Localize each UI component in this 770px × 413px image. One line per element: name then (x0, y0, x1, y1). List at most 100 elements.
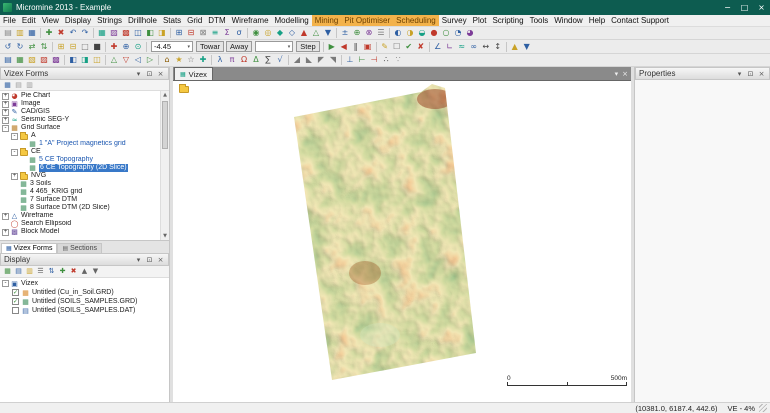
expand-icon[interactable]: + (11, 172, 18, 180)
toolbar-icon[interactable]: ● (428, 27, 440, 39)
toolbar-icon[interactable]: ☐ (391, 41, 403, 53)
toolbar-icon[interactable]: ▲ (79, 266, 90, 277)
toolbar-icon[interactable]: ⇄ (26, 41, 38, 53)
menu-item-modelling[interactable]: Modelling (272, 15, 312, 26)
menu-item-stats[interactable]: Stats (160, 15, 184, 26)
menu-item-help[interactable]: Help (586, 15, 608, 26)
toolbar-icon[interactable]: ⊞ (173, 27, 185, 39)
toolbar-icon[interactable]: ☰ (375, 27, 387, 39)
toolbar-icon[interactable]: ☰ (35, 266, 46, 277)
vizex-forms-header[interactable]: Vizex Forms ▾ ⊡ × (0, 67, 169, 80)
toolbar-icon[interactable]: ◣ (303, 54, 315, 66)
toolbar-icon[interactable]: ◒ (416, 27, 428, 39)
toolbar-icon[interactable]: ▥ (24, 266, 35, 277)
checkbox-unchecked[interactable] (12, 307, 19, 314)
toolbar-icon[interactable]: ◀ (338, 41, 350, 53)
toolbar-icon[interactable]: ◁ (132, 54, 144, 66)
toolbar-icon[interactable]: ✚ (43, 27, 55, 39)
title-bar[interactable]: Micromine 2013 - Example − □ × (0, 0, 770, 15)
menu-item-view[interactable]: View (39, 15, 62, 26)
toolbar-icon[interactable]: △ (108, 54, 120, 66)
tree-item-wireframe[interactable]: + △ Wireframe (0, 212, 160, 220)
toolbar-icon[interactable]: Σ (221, 27, 233, 39)
panel-menu-icon[interactable]: ▾ (735, 70, 744, 78)
pin-icon[interactable]: ⊡ (145, 256, 154, 264)
collapse-icon[interactable]: - (11, 132, 18, 140)
expand-icon[interactable]: + (2, 108, 9, 116)
menu-item-window[interactable]: Window (551, 15, 585, 26)
expand-icon[interactable]: + (2, 228, 9, 236)
toolbar-icon[interactable]: △ (310, 27, 322, 39)
toolbar-icon[interactable]: ☆ (185, 54, 197, 66)
undo-icon[interactable]: ↶ (67, 27, 79, 39)
display-header[interactable]: Display ▾ ⊡ × (0, 253, 169, 266)
properties-header[interactable]: Properties ▾ ⊡ × (635, 67, 770, 80)
toolbar-icon[interactable]: ⊠ (197, 27, 209, 39)
map-canvas[interactable]: 0 500m (173, 81, 631, 402)
tree-item-nvg[interactable]: + NVG (0, 171, 160, 180)
collapse-icon[interactable]: - (2, 124, 9, 132)
toolbar-icon[interactable]: ⊕ (120, 41, 132, 53)
toolbar-icon[interactable]: ▦ (14, 54, 26, 66)
close-icon[interactable]: × (757, 70, 766, 78)
toolbar-icon[interactable]: ∵ (392, 54, 404, 66)
tree-item-pie-chart[interactable]: + ◕ Pie Chart (0, 92, 160, 100)
collapse-icon[interactable]: - (11, 148, 18, 156)
tree-scrollbar[interactable]: ▲ ▼ (160, 91, 169, 240)
close-view-icon[interactable]: × (622, 70, 628, 78)
toolbar-icon[interactable]: ▨ (108, 27, 120, 39)
menu-item-scripting[interactable]: Scripting (489, 15, 526, 26)
menu-item-contact-support[interactable]: Contact Support (608, 15, 672, 26)
expand-icon[interactable]: + (2, 92, 9, 100)
toolbar-icon[interactable]: λ (214, 54, 226, 66)
tree-item-7-surface-dtm[interactable]: ▦ 7 Surface DTM (0, 196, 160, 204)
display-item-untitled-soils-samples-grd[interactable]: ✓ ▦ Untitled (SOILS_SAMPLES.GRD) (0, 297, 169, 306)
toolbar-icon[interactable]: ✘ (415, 41, 427, 53)
tab-vizex-forms[interactable]: ▦ Vizex Forms (1, 243, 58, 253)
toolbar-icon[interactable]: ⊣ (368, 54, 380, 66)
toolbar-icon[interactable]: ◤ (315, 54, 327, 66)
menu-item-grid[interactable]: Grid (184, 15, 205, 26)
toolbar-icon[interactable]: ✚ (57, 266, 68, 277)
close-button[interactable]: × (753, 0, 770, 15)
menu-item-strings[interactable]: Strings (94, 15, 125, 26)
tree-item-a[interactable]: -A (0, 131, 160, 140)
toolbar-icon[interactable]: ⊙ (132, 41, 144, 53)
menu-item-file[interactable]: File (0, 15, 19, 26)
toolbar-icon[interactable]: ▤ (13, 80, 24, 90)
toolbar-icon[interactable]: ✖ (68, 266, 79, 277)
toolbar-icon[interactable]: ⊟ (67, 41, 79, 53)
menu-item-scheduling[interactable]: Scheduling (393, 15, 439, 26)
toolbar-icon[interactable]: ⊟ (185, 27, 197, 39)
toolbar-icon[interactable]: ✚ (197, 54, 209, 66)
scrollbar-track[interactable] (161, 99, 169, 232)
toolbar-icon[interactable]: ▨ (38, 54, 50, 66)
toolbar-icon[interactable]: ▽ (120, 54, 132, 66)
toolbar-icon[interactable]: ⌂ (161, 54, 173, 66)
tree-item-4-465-krig-grid[interactable]: ▦ 4 465_KRIG grid (0, 188, 160, 196)
menu-item-pit-optimiser[interactable]: Pit Optimiser (341, 15, 394, 26)
toolbar-icon[interactable]: √ (274, 54, 286, 66)
toolbar-icon[interactable]: ◇ (286, 27, 298, 39)
toolbar-icon[interactable]: ▼ (322, 27, 334, 39)
toolbar-icon[interactable]: ◫ (91, 54, 103, 66)
display-item-untitled-soils-samples-dat[interactable]: ▤ Untitled (SOILS_SAMPLES.DAT) (0, 306, 169, 315)
toolbar-icon[interactable]: ◨ (79, 54, 91, 66)
toolbar-icon[interactable]: ▦ (2, 266, 13, 277)
menu-item-survey[interactable]: Survey (439, 15, 470, 26)
toolbar-icon[interactable]: ◧ (67, 54, 79, 66)
toolbar-icon[interactable]: ✎ (379, 41, 391, 53)
toolbar-icon[interactable]: ▷ (144, 54, 156, 66)
close-icon[interactable]: × (156, 70, 165, 78)
toolbar-icon[interactable]: ± (339, 27, 351, 39)
tree-item-cad-gis[interactable]: + ✎ CAD/GIS (0, 108, 160, 116)
toolbar-icon[interactable]: ▦ (96, 27, 108, 39)
toolbar-icon[interactable]: ▦ (2, 80, 13, 90)
toolbar-icon[interactable]: ∟ (444, 41, 456, 53)
expand-icon[interactable]: + (2, 116, 9, 124)
toolbar-icon[interactable]: ⊗ (363, 27, 375, 39)
toolbar-icon[interactable]: ▩ (120, 27, 132, 39)
toolbar-icon[interactable]: ⊕ (351, 27, 363, 39)
scroll-up-icon[interactable]: ▲ (161, 91, 169, 99)
toolbar-icon[interactable]: ⊥ (344, 54, 356, 66)
